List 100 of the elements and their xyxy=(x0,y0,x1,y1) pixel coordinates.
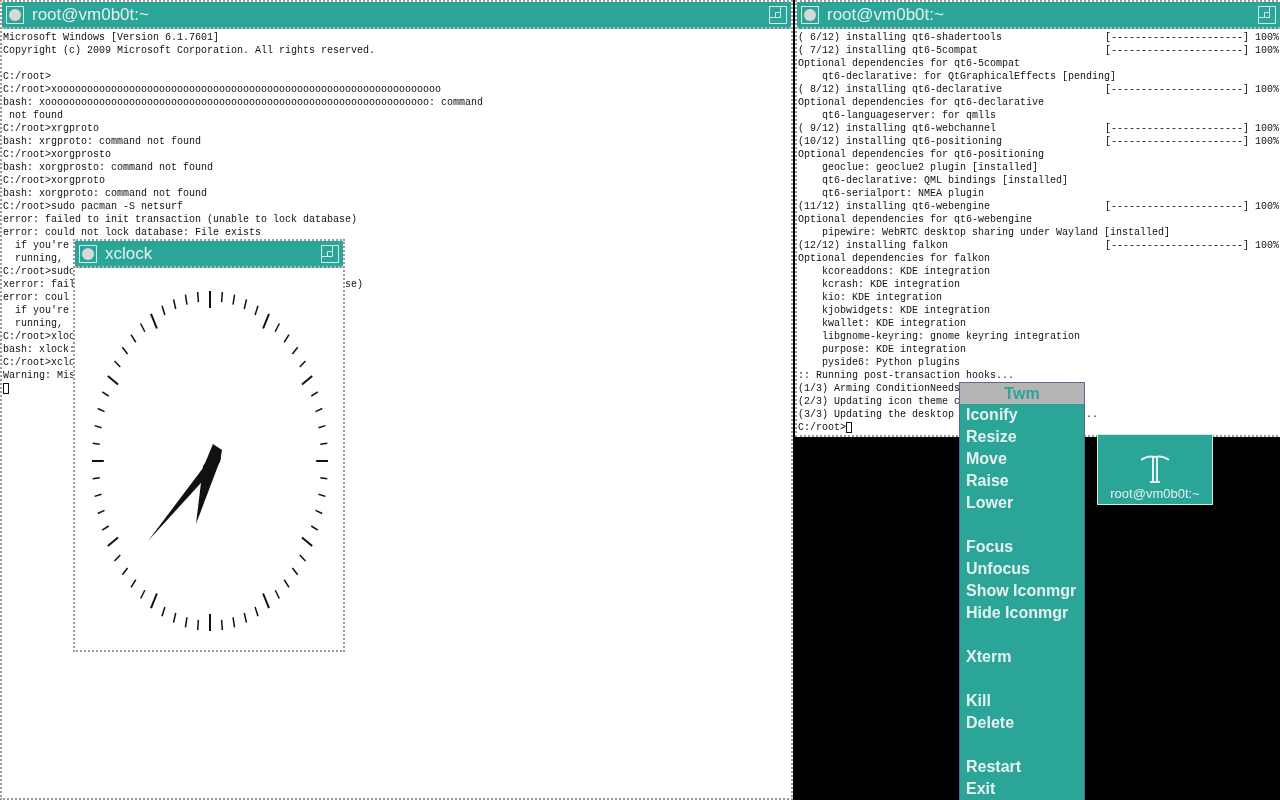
iconify-icon[interactable] xyxy=(79,244,97,263)
terminal-line: Optional dependencies for falkon xyxy=(798,252,991,265)
terminal-line: Optional dependencies for qt6-5compat xyxy=(798,57,1021,70)
terminal-line: (12/12) installing falkon xyxy=(798,239,949,252)
progress-percent: 100% xyxy=(1255,200,1279,213)
terminal-line: ( 6/12) installing qt6-shadertools xyxy=(798,31,1003,44)
terminal-line: C:/root>xrgproto xyxy=(3,122,99,135)
terminal-line: Optional dependencies for qt6-webengine xyxy=(798,213,1033,226)
window-title: root@vm0b0t:~ xyxy=(827,4,945,25)
progress-bar-text: [----------------------] xyxy=(1104,122,1249,135)
menu-item[interactable]: Show Iconmgr xyxy=(960,580,1084,602)
iconify-icon[interactable] xyxy=(6,5,24,24)
progress-percent: 100% xyxy=(1255,31,1279,44)
terminal-line: bash: xorgprosto: command not found xyxy=(3,161,214,174)
terminal-line: se) xyxy=(345,278,364,291)
terminal-line: C:/root>sudo xyxy=(3,265,75,278)
terminal-line: running, xyxy=(14,252,63,265)
menu-item[interactable]: Resize xyxy=(960,426,1084,448)
progress-bar-text: [----------------------] xyxy=(1104,31,1249,44)
resize-icon[interactable] xyxy=(321,244,339,263)
terminal-line: qt6-declarative: for QtGraphicalEffects [pending] xyxy=(821,70,1117,83)
terminal-line: if you're xyxy=(14,239,69,252)
window-title: xclock xyxy=(105,243,154,264)
terminal-line: qt6-serialport: NMEA plugin xyxy=(821,187,985,200)
terminal-line: xerror: fail xyxy=(3,278,75,291)
terminal-line: not found xyxy=(8,109,63,122)
terminal-line: error: could not lock database: File exists xyxy=(3,226,262,239)
progress-percent: 100% xyxy=(1255,135,1279,148)
menu-item[interactable]: Exit xyxy=(960,778,1084,800)
terminal-line: (11/12) installing qt6-webengine xyxy=(798,200,991,213)
progress-percent: 100% xyxy=(1255,44,1279,57)
icon-label: root@vm0b0t:~ xyxy=(1110,486,1200,501)
terminal-line: qt6-declarative: QML bindings [installed] xyxy=(821,174,1069,187)
menu-item[interactable]: Kill xyxy=(960,690,1084,712)
terminal-line: C:/root>xoooooooooooooooooooooooooooooooooooooooooooooooooooooooooooooooo xyxy=(3,83,442,96)
terminal-line: C:/root>xorgprosto xyxy=(3,148,112,161)
menu-item[interactable]: Restart xyxy=(960,756,1084,778)
terminal-line: (1/3) Arming ConditionNeeds xyxy=(798,382,961,395)
menu-item[interactable]: Focus xyxy=(960,536,1084,558)
terminal-line: ( 8/12) installing qt6-declarative xyxy=(798,83,1003,96)
menu-item[interactable]: Lower xyxy=(960,492,1084,514)
terminal-line: kcoreaddons: KDE integration xyxy=(821,265,991,278)
progress-percent: 100% xyxy=(1255,239,1279,252)
terminal-line: pipewire: WebRTC desktop sharing under Wayland [installed] xyxy=(821,226,1171,239)
progress-percent: 100% xyxy=(1255,122,1279,135)
iconify-icon[interactable] xyxy=(801,5,819,24)
terminal-line: bash: xrgproto: command not found xyxy=(3,135,202,148)
terminal-line: error: coul xyxy=(3,291,69,304)
terminal-line: C:/root>xclo xyxy=(3,356,75,369)
terminal-line: C:/root>sudo pacman -S netsurf xyxy=(3,200,184,213)
progress-bar-text: [----------------------] xyxy=(1104,200,1249,213)
terminal-line: (10/12) installing qt6-positioning xyxy=(798,135,1003,148)
progress-percent: 100% xyxy=(1255,83,1279,96)
menu-item[interactable]: Iconify xyxy=(960,404,1084,426)
terminal-line: bash: xlock: xyxy=(3,343,75,356)
window-icon[interactable]: root@vm0b0t:~ xyxy=(1097,434,1213,505)
terminal-line: ( 9/12) installing qt6-webchannel xyxy=(798,122,997,135)
terminal-line: pyside6: Python plugins xyxy=(821,356,961,369)
terminal-line: Microsoft Windows [Version 6.1.7601] xyxy=(3,31,220,44)
terminal-line: geoclue: geoclue2 plugin [installed] xyxy=(821,161,1039,174)
progress-bar-text: [----------------------] xyxy=(1104,239,1249,252)
terminal-line: C:/root> xyxy=(3,70,51,83)
progress-bar-text: [----------------------] xyxy=(1104,44,1249,57)
terminal-line: :: Running post-transaction hooks... xyxy=(798,369,1015,382)
progress-bar-text: [----------------------] xyxy=(1104,135,1249,148)
terminal-line: running, xyxy=(14,317,63,330)
terminal-line: kcrash: KDE integration xyxy=(821,278,961,291)
resize-icon[interactable] xyxy=(769,5,787,24)
menu-item[interactable]: Move xyxy=(960,448,1084,470)
terminal-line: Optional dependencies for qt6-declarative xyxy=(798,96,1045,109)
terminal-line: ( 7/12) installing qt6-5compat xyxy=(798,44,979,57)
terminal-line: C:/root>xorgproto xyxy=(3,174,106,187)
terminal-t-icon xyxy=(1138,452,1172,486)
progress-bar-text: [----------------------] xyxy=(1104,83,1249,96)
terminal-line: Optional dependencies for qt6-positioning xyxy=(798,148,1045,161)
terminal-line: kio: KDE integration xyxy=(821,291,943,304)
title-bar[interactable]: xclock xyxy=(75,241,343,268)
title-bar[interactable]: root@vm0b0t:~ xyxy=(2,2,791,29)
terminal-line: kjobwidgets: KDE integration xyxy=(821,304,991,317)
menu-item[interactable]: Unfocus xyxy=(960,558,1084,580)
terminal-line: qt6-languageserver: for qmlls xyxy=(821,109,997,122)
menu-item[interactable]: Delete xyxy=(960,712,1084,734)
terminal-line: bash: xorgproto: command not found xyxy=(3,187,208,200)
window-title: root@vm0b0t:~ xyxy=(32,4,150,25)
menu-item[interactable]: Hide Iconmgr xyxy=(960,602,1084,624)
terminal-line: if you're xyxy=(14,304,69,317)
terminal-line: libgnome-keyring: gnome keyring integration xyxy=(821,330,1081,343)
terminal-line: Copyright (c) 2009 Microsoft Corporation. All rights reserved. xyxy=(3,44,376,57)
terminal-line: C:/root> xyxy=(798,421,846,434)
terminal-line: (3/3) Updating the desktop xyxy=(798,408,955,421)
terminal-line: (2/3) Updating icon theme c xyxy=(798,395,961,408)
menu-item[interactable]: Xterm xyxy=(960,646,1084,668)
menu-title: Twm xyxy=(960,383,1084,404)
resize-icon[interactable] xyxy=(1258,5,1276,24)
terminal-line: bash: xoooooooooooooooooooooooooooooooooooooooooooooooooooooooooooooooo: command xyxy=(3,96,484,109)
title-bar[interactable]: root@vm0b0t:~ xyxy=(797,2,1280,29)
terminal-line: C:/root>xloc xyxy=(3,330,75,343)
terminal-line: error: failed to init transaction (unable to lock database) xyxy=(3,213,358,226)
menu-item[interactable]: Raise xyxy=(960,470,1084,492)
terminal-line: purpose: KDE integration xyxy=(821,343,967,356)
